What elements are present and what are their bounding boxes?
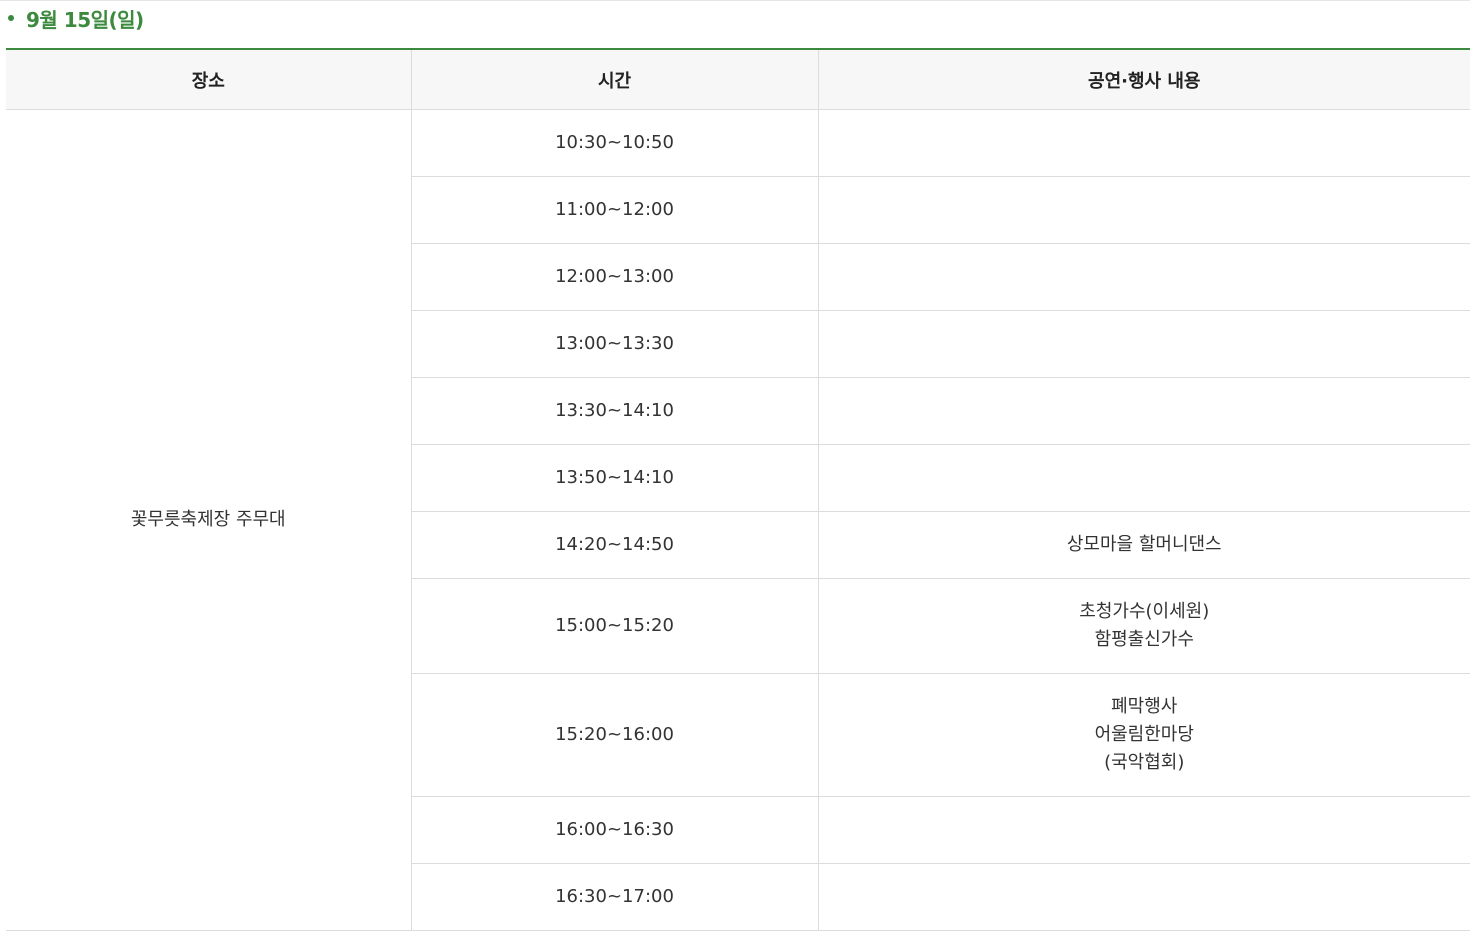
time-cell: 13:50~14:10 <box>411 445 818 512</box>
table-row: 꽃무릇축제장 주무대 10:30~10:50 <box>6 110 1470 177</box>
bullet-icon <box>8 15 14 21</box>
content-line: 폐막행사 <box>819 693 1470 721</box>
content-cell <box>818 244 1470 311</box>
content-line: (국악협회) <box>819 749 1470 777</box>
content-cell: 초청가수(이세원) 함평출신가수 <box>818 579 1470 674</box>
content-line: 상모마을 할머니댄스 <box>819 531 1470 559</box>
time-cell: 10:30~10:50 <box>411 110 818 177</box>
content-line: 어울림한마당 <box>819 721 1470 749</box>
content-line: 초청가수(이세원) <box>819 598 1470 626</box>
content-cell <box>818 177 1470 244</box>
venue-cell: 꽃무릇축제장 주무대 <box>6 110 411 931</box>
table-header-row: 장소 시간 공연·행사 내용 <box>6 49 1470 110</box>
content-line: 함평출신가수 <box>819 626 1470 654</box>
content-cell <box>818 445 1470 512</box>
time-cell: 15:00~15:20 <box>411 579 818 674</box>
content-cell <box>818 864 1470 931</box>
content-cell <box>818 311 1470 378</box>
time-cell: 13:00~13:30 <box>411 311 818 378</box>
content-cell <box>818 110 1470 177</box>
time-cell: 13:30~14:10 <box>411 378 818 445</box>
header-content: 공연·행사 내용 <box>818 49 1470 110</box>
time-cell: 16:30~17:00 <box>411 864 818 931</box>
header-venue: 장소 <box>6 49 411 110</box>
time-cell: 12:00~13:00 <box>411 244 818 311</box>
top-divider <box>0 0 1470 1</box>
time-cell: 15:20~16:00 <box>411 674 818 797</box>
content-cell: 폐막행사 어울림한마당 (국악협회) <box>818 674 1470 797</box>
content-cell: 상모마을 할머니댄스 <box>818 512 1470 579</box>
section-title: 9월 15일(일) <box>6 3 144 33</box>
content-cell <box>818 378 1470 445</box>
date-heading: 9월 15일(일) <box>26 4 144 33</box>
time-cell: 16:00~16:30 <box>411 797 818 864</box>
time-cell: 14:20~14:50 <box>411 512 818 579</box>
header-time: 시간 <box>411 49 818 110</box>
time-cell: 11:00~12:00 <box>411 177 818 244</box>
schedule-table: 장소 시간 공연·행사 내용 꽃무릇축제장 주무대 10:30~10:50 11… <box>6 48 1470 931</box>
content-cell <box>818 797 1470 864</box>
